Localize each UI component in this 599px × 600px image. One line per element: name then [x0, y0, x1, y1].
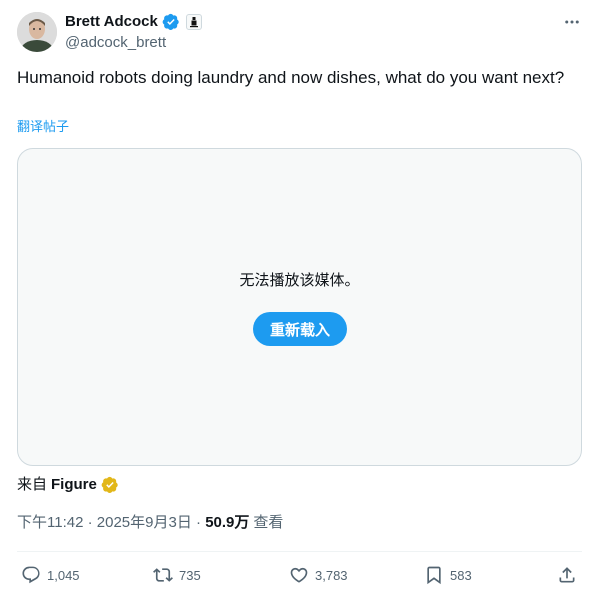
author-name-row: Brett Adcock — [65, 12, 202, 32]
media-card: 无法播放该媒体。 重新载入 — [17, 148, 582, 466]
author-handle[interactable]: @adcock_brett — [65, 33, 166, 53]
retweet-icon — [153, 568, 173, 582]
media-error-text: 无法播放该媒体。 — [239, 272, 360, 289]
avatar-image — [17, 12, 57, 52]
tweet-meta: 下午11:42 · 2025年9月3日 · 50.9万 查看 — [17, 513, 283, 533]
tweet-time[interactable]: 下午11:42 — [17, 513, 83, 533]
heart-icon — [290, 567, 308, 583]
avatar[interactable] — [17, 12, 57, 52]
affiliate-figure-icon — [189, 17, 198, 28]
like-count: 3,783 — [315, 567, 348, 583]
retweet-button[interactable]: 735 — [153, 564, 201, 586]
meta-separator: · — [191, 514, 206, 531]
retweet-count: 735 — [179, 567, 201, 583]
reply-count: 1,045 — [47, 567, 80, 583]
meta-separator: · — [83, 514, 97, 531]
share-button[interactable] — [557, 564, 577, 586]
bookmark-count: 583 — [450, 567, 472, 583]
more-options-button[interactable] — [562, 12, 582, 32]
like-button[interactable]: 3,783 — [289, 564, 348, 586]
ellipsis-icon — [565, 20, 579, 24]
tweet-text: Humanoid robots doing laundry and now di… — [17, 68, 565, 87]
reply-button[interactable]: 1,045 — [21, 564, 80, 586]
translate-post-link[interactable]: 翻译帖子 — [17, 119, 69, 135]
view-count: 50.9万 — [205, 514, 250, 531]
source-line: 来自 Figure — [17, 475, 119, 495]
source-name[interactable]: Figure — [51, 475, 97, 495]
share-icon — [559, 567, 575, 583]
reply-icon — [22, 566, 40, 584]
tweet-date[interactable]: 2025年9月3日 — [97, 513, 192, 533]
affiliate-badge-icon[interactable] — [185, 14, 202, 30]
bookmark-button[interactable]: 583 — [424, 564, 472, 586]
verified-badge-icon[interactable] — [162, 13, 180, 31]
source-prefix: 来自 — [17, 476, 48, 493]
gold-verified-badge-icon[interactable] — [101, 476, 119, 494]
author-name[interactable]: Brett Adcock — [65, 12, 158, 32]
tweet: Brett Adcock @adcock_brett Humanoid robo… — [0, 0, 599, 600]
divider — [17, 551, 582, 552]
bookmark-icon — [427, 566, 441, 585]
view-count-label: 查看 — [253, 514, 284, 531]
reload-button[interactable]: 重新载入 — [253, 312, 347, 346]
